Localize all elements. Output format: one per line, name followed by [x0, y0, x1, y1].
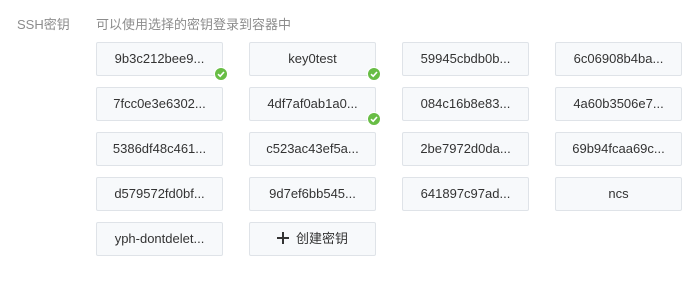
selected-check-icon [214, 67, 228, 81]
selected-check-icon [367, 112, 381, 126]
ssh-key-label: 641897c97ad... [420, 186, 511, 201]
ssh-key-label: 2be7972d0da... [420, 141, 511, 156]
ssh-key-label: 4df7af0ab1a0... [267, 96, 358, 111]
ssh-key-option[interactable]: 9d7ef6bb545... [249, 177, 376, 211]
ssh-key-option[interactable]: 9b3c212bee9... [96, 42, 228, 81]
ssh-key-option[interactable]: 4df7af0ab1a0... [249, 87, 381, 126]
ssh-key-label: 9b3c212bee9... [114, 51, 205, 66]
ssh-key-label: 59945cbdb0b... [420, 51, 511, 66]
ssh-key-option[interactable]: c523ac43ef5a... [249, 132, 376, 166]
ssh-key-label: 69b94fcaa69c... [572, 141, 665, 156]
ssh-key-option[interactable]: 4a60b3506e7... [555, 87, 682, 121]
ssh-key-option[interactable]: 69b94fcaa69c... [555, 132, 682, 166]
ssh-key-label: 5386df48c461... [112, 141, 207, 156]
ssh-key-label: 084c16b8e83... [420, 96, 511, 111]
ssh-key-label: c523ac43ef5a... [266, 141, 359, 156]
ssh-key-option[interactable]: 2be7972d0da... [402, 132, 529, 166]
ssh-key-option[interactable]: 7fcc0e3e6302... [96, 87, 223, 121]
selected-check-icon [367, 67, 381, 81]
plus-icon [276, 232, 289, 244]
ssh-key-label: ncs [608, 186, 629, 201]
ssh-key-option[interactable]: yph-dontdelet... [96, 222, 223, 256]
ssh-key-option[interactable]: d579572fd0bf... [96, 177, 223, 211]
ssh-key-label: yph-dontdelet... [114, 231, 205, 246]
ssh-key-option[interactable]: 59945cbdb0b... [402, 42, 529, 76]
ssh-key-label: 6c06908b4ba... [573, 51, 664, 66]
ssh-key-option[interactable]: 6c06908b4ba... [555, 42, 682, 76]
ssh-key-label: key0test [288, 51, 337, 66]
ssh-key-label: 9d7ef6bb545... [269, 186, 356, 201]
ssh-key-option[interactable]: ncs [555, 177, 682, 211]
ssh-key-option[interactable]: 5386df48c461... [96, 132, 223, 166]
create-key-label: 创建密钥 [295, 231, 348, 246]
ssh-key-label: 7fcc0e3e6302... [113, 96, 206, 111]
ssh-key-field-label: SSH密钥 [17, 17, 70, 32]
ssh-key-option[interactable]: key0test [249, 42, 381, 81]
ssh-key-option[interactable]: 641897c97ad... [402, 177, 529, 211]
ssh-key-label: 4a60b3506e7... [573, 96, 664, 111]
ssh-key-hint: 可以使用选择的密钥登录到容器中 [96, 17, 292, 32]
create-key-button[interactable]: 创建密钥 [249, 222, 376, 256]
ssh-key-option[interactable]: 084c16b8e83... [402, 87, 529, 121]
ssh-key-label: d579572fd0bf... [114, 186, 205, 201]
